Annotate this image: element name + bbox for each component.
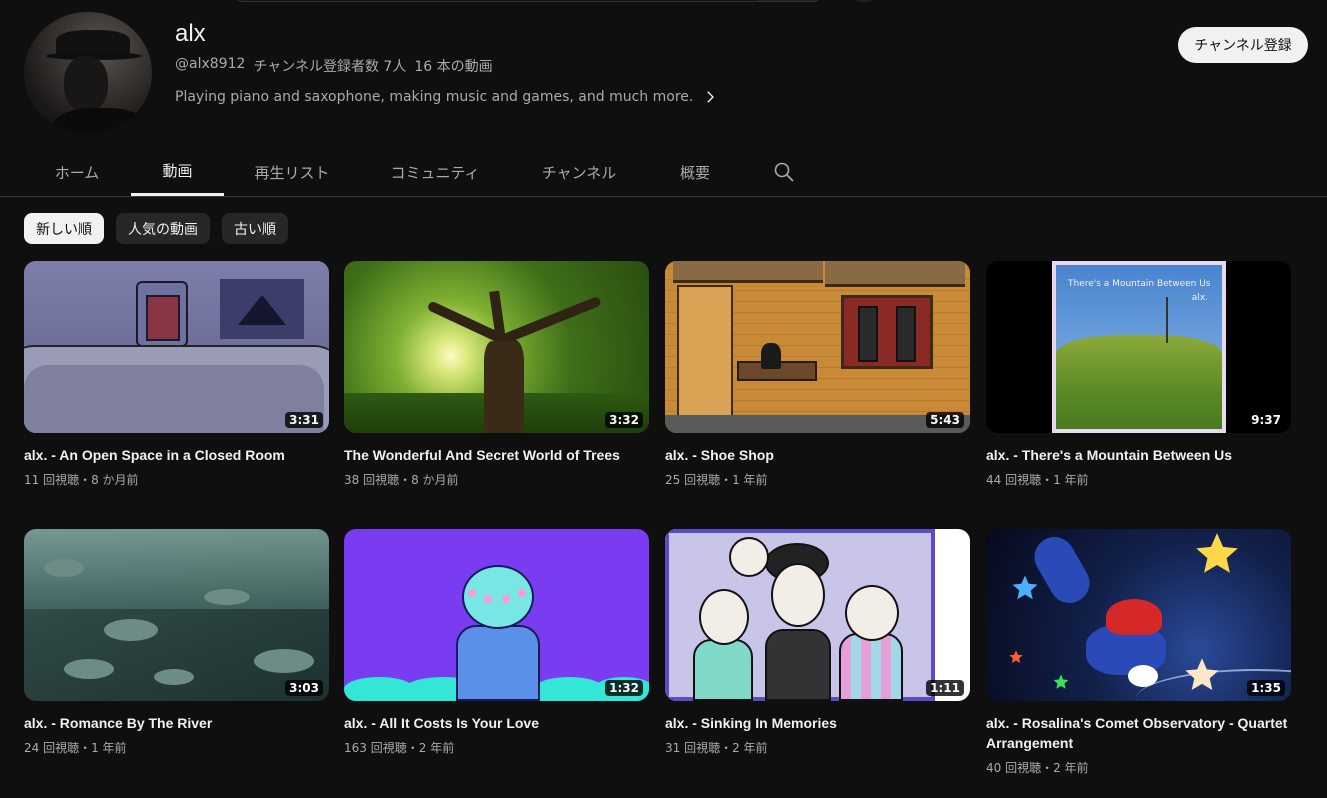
video-thumbnail[interactable]: 1:32: [344, 529, 649, 701]
view-count: 24 回視聴: [24, 741, 80, 755]
channel-handle: @alx8912: [175, 56, 246, 72]
video-card[interactable]: 1:11 alx. - Sinking In Memories 31 回視聴・2…: [665, 529, 970, 756]
star-icon: [1185, 658, 1219, 690]
channel-description-text: Playing piano and saxophone, making musi…: [175, 89, 694, 105]
tab-videos[interactable]: 動画: [131, 148, 224, 196]
meta-separator: ・: [399, 473, 412, 487]
video-title[interactable]: alx. - Romance By The River: [24, 713, 329, 733]
view-count: 40 回視聴: [986, 761, 1042, 775]
upload-age: 1 年前: [732, 473, 768, 487]
upload-age: 2 年前: [418, 741, 455, 755]
filter-popular[interactable]: 人気の動画: [116, 213, 210, 244]
meta-separator: ・: [79, 741, 92, 755]
upload-age: 1 年前: [1053, 473, 1089, 487]
video-duration: 3:03: [285, 680, 323, 696]
video-meta: 163 回視聴・2 年前: [344, 739, 649, 756]
upload-age: 8 か月前: [91, 473, 139, 487]
video-duration: 3:31: [285, 412, 323, 428]
tab-about[interactable]: 概要: [650, 148, 740, 196]
star-icon: [1009, 650, 1023, 663]
video-meta: 44 回視聴・1 年前: [986, 471, 1291, 488]
video-thumbnail[interactable]: 3:32: [344, 261, 649, 433]
thumbnail-text: alx.: [1191, 293, 1208, 303]
voice-search-button[interactable]: [848, 0, 880, 2]
video-card[interactable]: 5:43 alx. - Shoe Shop 25 回視聴・1 年前: [665, 261, 970, 488]
video-card[interactable]: 1:35 alx. - Rosalina's Comet Observatory…: [986, 529, 1291, 776]
view-count: 44 回視聴: [986, 473, 1042, 487]
video-title[interactable]: alx. - All It Costs Is Your Love: [344, 713, 649, 733]
view-count: 38 回視聴: [344, 473, 400, 487]
video-duration: 1:11: [926, 680, 964, 696]
view-count: 25 回視聴: [665, 473, 721, 487]
video-thumbnail[interactable]: 3:31: [24, 261, 329, 433]
star-icon: [1053, 674, 1069, 689]
video-thumbnail[interactable]: There's a Mountain Between Us alx. 9:37: [986, 261, 1291, 433]
tab-community[interactable]: コミュニティ: [372, 148, 498, 196]
subscribe-button[interactable]: チャンネル登録: [1178, 27, 1308, 63]
video-duration: 3:32: [605, 412, 643, 428]
video-duration: 1:32: [605, 680, 643, 696]
meta-separator: ・: [79, 473, 92, 487]
thumbnail-text: There's a Mountain Between Us: [1068, 279, 1211, 289]
video-thumbnail[interactable]: 1:35: [986, 529, 1291, 701]
video-meta: 25 回視聴・1 年前: [665, 471, 970, 488]
meta-separator: ・: [1041, 473, 1054, 487]
meta-separator: ・: [406, 741, 419, 755]
video-thumbnail[interactable]: 1:11: [665, 529, 970, 701]
channel-description[interactable]: Playing piano and saxophone, making musi…: [175, 88, 719, 106]
upload-age: 8 か月前: [411, 473, 459, 487]
video-meta: 40 回視聴・2 年前: [986, 759, 1291, 776]
tab-home[interactable]: ホーム: [32, 148, 122, 196]
upload-age: 1 年前: [91, 741, 127, 755]
channel-avatar: [24, 12, 152, 134]
star-icon: [1196, 533, 1238, 573]
video-card[interactable]: 1:32 alx. - All It Costs Is Your Love 16…: [344, 529, 649, 756]
video-title[interactable]: The Wonderful And Secret World of Trees: [344, 445, 649, 465]
channel-meta: @alx8912 チャンネル登録者数 7人 16 本の動画: [175, 56, 493, 76]
channel-name: alx: [175, 20, 206, 47]
upload-age: 2 年前: [732, 741, 768, 755]
tab-channels[interactable]: チャンネル: [520, 148, 638, 196]
tab-playlists[interactable]: 再生リスト: [234, 148, 350, 196]
view-count: 11 回視聴: [24, 473, 80, 487]
video-duration: 9:37: [1247, 412, 1285, 428]
video-meta: 38 回視聴・8 か月前: [344, 471, 649, 488]
video-title[interactable]: alx. - An Open Space in a Closed Room: [24, 445, 329, 465]
video-meta: 24 回視聴・1 年前: [24, 739, 329, 756]
video-thumbnail[interactable]: 5:43: [665, 261, 970, 433]
video-card[interactable]: There's a Mountain Between Us alx. 9:37 …: [986, 261, 1291, 488]
video-count: 16 本の動画: [414, 59, 493, 75]
video-title[interactable]: alx. - There's a Mountain Between Us: [986, 445, 1291, 465]
subscriber-count: チャンネル登録者数 7人: [253, 59, 407, 75]
masthead-search-box[interactable]: [232, 0, 824, 2]
channel-tabs: ホーム 動画 再生リスト コミュニティ チャンネル 概要: [0, 148, 1327, 197]
masthead-search-button[interactable]: [759, 0, 823, 1]
filter-oldest[interactable]: 古い順: [222, 213, 288, 244]
video-duration: 5:43: [926, 412, 964, 428]
meta-separator: ・: [1041, 761, 1054, 775]
video-card[interactable]: 3:31 alx. - An Open Space in a Closed Ro…: [24, 261, 329, 488]
video-meta: 31 回視聴・2 年前: [665, 739, 970, 756]
video-card[interactable]: 3:32 The Wonderful And Secret World of T…: [344, 261, 649, 488]
search-icon[interactable]: [772, 160, 796, 184]
video-thumbnail[interactable]: 3:03: [24, 529, 329, 701]
view-count: 31 回視聴: [665, 741, 721, 755]
meta-separator: ・: [720, 741, 733, 755]
star-icon: [1012, 575, 1038, 600]
video-title[interactable]: alx. - Sinking In Memories: [665, 713, 970, 733]
meta-separator: ・: [720, 473, 733, 487]
view-count: 163 回視聴: [344, 741, 407, 755]
video-card[interactable]: 3:03 alx. - Romance By The River 24 回視聴・…: [24, 529, 329, 756]
filter-newest[interactable]: 新しい順: [24, 213, 104, 244]
video-duration: 1:35: [1247, 680, 1285, 696]
video-meta: 11 回視聴・8 か月前: [24, 471, 329, 488]
video-title[interactable]: alx. - Rosalina's Comet Observatory - Qu…: [986, 713, 1291, 753]
chevron-right-icon[interactable]: [701, 88, 719, 106]
upload-age: 2 年前: [1053, 761, 1089, 775]
video-title[interactable]: alx. - Shoe Shop: [665, 445, 970, 465]
